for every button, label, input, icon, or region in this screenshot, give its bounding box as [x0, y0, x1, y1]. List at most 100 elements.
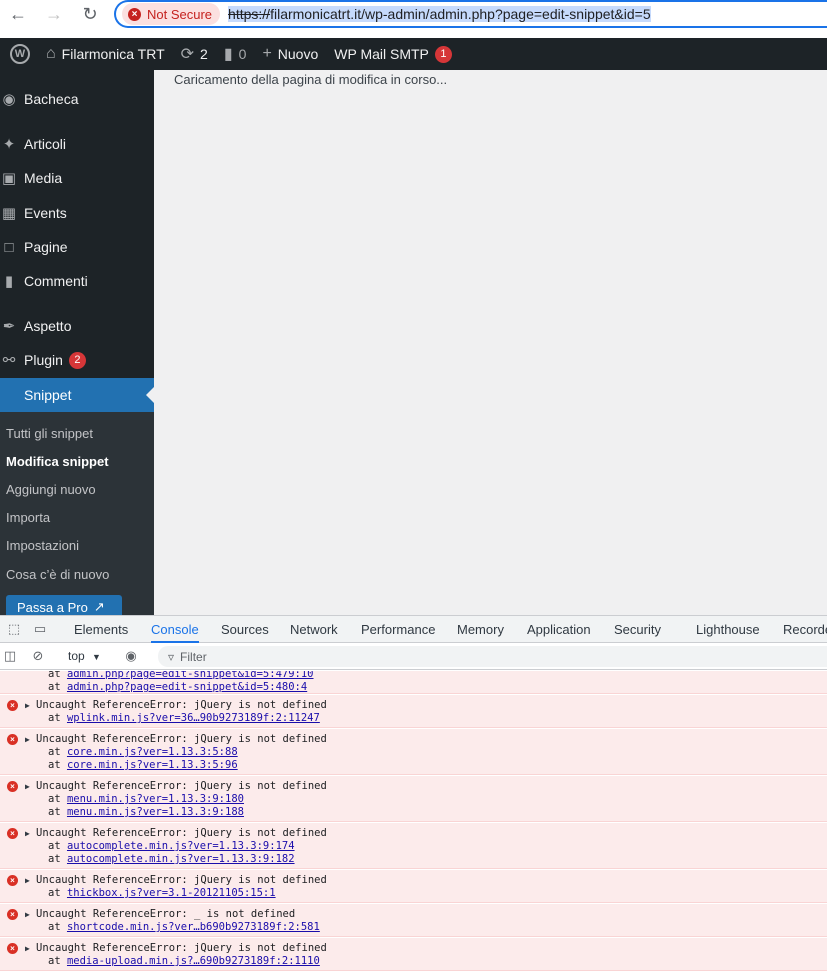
inspect-element-icon[interactable]: ⬚: [0, 616, 28, 643]
expand-triangle-icon[interactable]: ▶: [25, 827, 30, 840]
expand-triangle-icon[interactable]: ▶: [25, 908, 30, 921]
wp-mail-smtp-item[interactable]: WP Mail SMTP 1: [326, 38, 460, 70]
error-message: Uncaught ReferenceError: jQuery is not d…: [36, 780, 327, 792]
address-bar[interactable]: × Not Secure https://filarmonicatrt.it/w…: [114, 0, 827, 28]
updates-item[interactable]: ⟳ 2: [173, 38, 216, 70]
tab-memory[interactable]: Memory: [457, 616, 504, 643]
reload-icon[interactable]: ↻: [72, 0, 108, 28]
submenu-item-all-snippets[interactable]: Tutti gli snippet: [6, 426, 93, 441]
error-icon: ×: [7, 943, 18, 954]
source-link[interactable]: admin.php?page=edit-snippet&id=5:479:10: [67, 671, 314, 680]
source-link[interactable]: menu.min.js?ver=1.13.3:9:188: [67, 806, 244, 818]
eye-icon[interactable]: ◉: [117, 643, 145, 670]
sidebar-item-label: Pagine: [24, 239, 68, 255]
source-link[interactable]: admin.php?page=edit-snippet&id=5:480:4: [67, 681, 307, 693]
device-toolbar-icon[interactable]: ▭: [26, 616, 54, 643]
smtp-label: WP Mail SMTP: [334, 46, 429, 62]
stack-frame: at wplink.min.js?ver=36…90b9273189f:2:11…: [48, 712, 320, 724]
tab-application[interactable]: Application: [527, 616, 591, 643]
source-link[interactable]: core.min.js?ver=1.13.3:5:96: [67, 759, 238, 771]
wp-logo-item[interactable]: W: [0, 38, 38, 70]
stack-frame: at shortcode.min.js?ver…b690b9273189f:2:…: [48, 921, 320, 933]
new-label: Nuovo: [277, 46, 319, 62]
submenu-item-edit-snippet[interactable]: Modifica snippet: [6, 454, 109, 469]
devtools-panel: ⬚ ▭ Elements Console Sources Network Per…: [0, 615, 827, 978]
console-error-entry[interactable]: × ▶ Uncaught ReferenceError: jQuery is not…: [0, 870, 827, 903]
admin-sidebar: ◉ Bacheca ✦ Articoli ▣ Media ▦ Events □ …: [0, 70, 154, 619]
sidebar-item-label: Snippet: [24, 387, 72, 403]
source-link[interactable]: autocomplete.min.js?ver=1.13.3:9:182: [67, 853, 295, 865]
tab-recorder[interactable]: Recorder: [783, 616, 827, 643]
site-name-item[interactable]: ⌂ Filarmonica TRT: [38, 38, 173, 70]
sidebar-item-label: Aspetto: [24, 318, 72, 334]
console-filter-input[interactable]: ▿ Filter: [158, 646, 827, 667]
sidebar-item-label: Commenti: [24, 273, 88, 289]
stack-frame: at admin.php?page=edit-snippet&id=5:480:…: [48, 681, 308, 693]
error-message: Uncaught ReferenceError: jQuery is not d…: [36, 699, 327, 711]
console-toolbar: ◫ ⊘ top ▼ ◉ ▿ Filter: [0, 643, 827, 670]
tab-lighthouse[interactable]: Lighthouse: [696, 616, 760, 643]
media-icon: ▣: [1, 170, 17, 187]
source-link[interactable]: shortcode.min.js?ver…b690b9273189f:2:581: [67, 921, 320, 933]
context-selector[interactable]: top ▼: [68, 649, 101, 663]
back-icon[interactable]: ←: [0, 0, 36, 28]
source-link[interactable]: core.min.js?ver=1.13.3:5:88: [67, 746, 238, 758]
tab-performance[interactable]: Performance: [361, 616, 435, 643]
stack-frame: at media-upload.min.js?…690b9273189f:2:1…: [48, 955, 320, 967]
loading-message: Caricamento della pagina di modifica in …: [174, 72, 448, 87]
url-text[interactable]: https://filarmonicatrt.it/wp-admin/admin…: [228, 6, 651, 22]
page-icon: □: [4, 238, 14, 256]
expand-triangle-icon[interactable]: ▶: [25, 699, 30, 712]
console-error-entry[interactable]: × ▶ Uncaught ReferenceError: jQuery is not…: [0, 823, 827, 869]
console-error-entry[interactable]: × ▶ Uncaught ReferenceError: jQuery is not…: [0, 729, 827, 775]
sidebar-item-label: Articoli: [24, 136, 67, 152]
sidebar-toggle-icon[interactable]: ◫: [0, 643, 24, 670]
comments-item[interactable]: ▮ 0: [216, 38, 255, 70]
tab-console[interactable]: Console: [151, 616, 199, 643]
source-link[interactable]: wplink.min.js?ver=36…90b9273189f:2:11247: [67, 712, 320, 724]
tab-elements[interactable]: Elements: [74, 616, 128, 643]
tab-security[interactable]: Security: [614, 616, 661, 643]
submenu-item-import[interactable]: Importa: [6, 510, 50, 525]
sidebar-item-events[interactable]: ▦ Events: [0, 196, 154, 230]
console-error-entry[interactable]: × ▶ Uncaught ReferenceError: jQuery is not…: [0, 938, 827, 971]
sidebar-item-pagine[interactable]: □ Pagine: [0, 230, 154, 264]
refresh-icon: ⟳: [180, 46, 195, 63]
expand-triangle-icon[interactable]: ▶: [25, 780, 30, 793]
sidebar-item-snippet[interactable]: Snippet: [0, 378, 154, 412]
tab-sources[interactable]: Sources: [221, 616, 269, 643]
submenu-item-whats-new[interactable]: Cosa c’è di nuovo: [6, 567, 109, 582]
console-error-entry[interactable]: × ▶ Uncaught ReferenceError: jQuery is not…: [0, 695, 827, 728]
error-message: Uncaught ReferenceError: _ is not define…: [36, 908, 296, 920]
source-link[interactable]: media-upload.min.js?…690b9273189f:2:1110: [67, 955, 320, 967]
new-content-item[interactable]: + Nuovo: [254, 38, 326, 70]
error-message: Uncaught ReferenceError: jQuery is not d…: [36, 733, 327, 745]
source-link[interactable]: menu.min.js?ver=1.13.3:9:180: [67, 793, 244, 805]
stack-frame: at autocomplete.min.js?ver=1.13.3:9:182: [48, 853, 295, 865]
tab-network[interactable]: Network: [290, 616, 338, 643]
plugin-icon: ⚯: [2, 352, 16, 369]
expand-triangle-icon[interactable]: ▶: [25, 874, 30, 887]
sidebar-item-articoli[interactable]: ✦ Articoli: [0, 127, 154, 161]
external-link-icon: ↗: [93, 599, 105, 614]
expand-triangle-icon[interactable]: ▶: [25, 942, 30, 955]
console-error-entry[interactable]: × ▶ Uncaught ReferenceError: jQuery is not…: [0, 776, 827, 822]
sidebar-item-aspetto[interactable]: ✒ Aspetto: [0, 309, 154, 343]
console-error-entry[interactable]: × ▶ Uncaught ReferenceError: _ is not defi…: [0, 904, 827, 937]
sidebar-item-media[interactable]: ▣ Media: [0, 161, 154, 195]
submenu-item-settings[interactable]: Impostazioni: [6, 538, 79, 553]
security-label: Not Secure: [147, 6, 213, 22]
submenu-item-add-new[interactable]: Aggiungi nuovo: [6, 482, 96, 497]
expand-triangle-icon[interactable]: ▶: [25, 733, 30, 746]
home-icon: ⌂: [46, 45, 56, 62]
sidebar-item-commenti[interactable]: ▮ Commenti: [0, 264, 154, 298]
context-label: top: [68, 649, 85, 663]
error-icon: ×: [7, 828, 18, 839]
sidebar-item-bacheca[interactable]: ◉ Bacheca: [0, 82, 154, 116]
forward-icon[interactable]: →: [36, 0, 72, 28]
sidebar-item-plugin[interactable]: ⚯ Plugin 2: [0, 343, 154, 377]
source-link[interactable]: thickbox.js?ver=3.1-20121105:15:1: [67, 887, 276, 899]
source-link[interactable]: autocomplete.min.js?ver=1.13.3:9:174: [67, 840, 295, 852]
clear-console-icon[interactable]: ⊘: [24, 643, 52, 670]
security-chip[interactable]: × Not Secure: [122, 3, 221, 25]
